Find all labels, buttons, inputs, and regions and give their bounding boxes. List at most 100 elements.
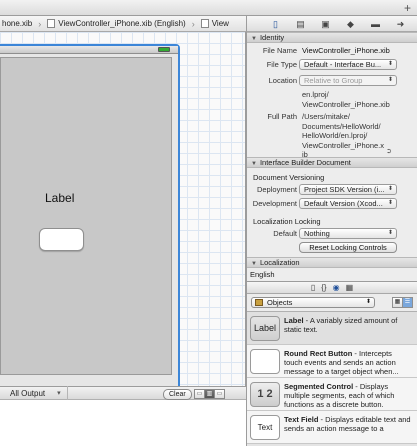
reset-locking-controls-button[interactable]: Reset Locking Controls [299, 242, 397, 253]
size-inspector-icon[interactable]: ▬ [369, 17, 383, 31]
popup-arrows-icon: ⬍ [387, 186, 393, 192]
file-type-popup[interactable]: Default - Interface Bu... ⬍ [299, 59, 397, 70]
library-item-name: Text Field [284, 415, 319, 424]
default-popup[interactable]: Nothing ⬍ [299, 228, 397, 239]
full-path-value: /Users/mitake/ Documents/HelloWorld/ Hel… [302, 112, 384, 160]
file-type-key: File Type [266, 60, 297, 69]
reveal-in-finder-icon[interactable]: ➲ [386, 147, 392, 155]
library-item-name: Round Rect Button [284, 349, 353, 358]
console-view-toggle: ▭ ▥ ▭ [194, 389, 225, 399]
label-element[interactable]: Label [45, 191, 74, 205]
code-snippets-icon[interactable]: {} [321, 283, 326, 292]
list-view-icon[interactable]: ☰ [402, 297, 413, 308]
chevron-right-icon: › [191, 18, 195, 29]
file-name-key: File Name [262, 46, 297, 55]
divider [66, 386, 68, 400]
development-value: Default Version (Xcod... [304, 199, 383, 208]
segmented-control-thumbnail: 1 2 [250, 382, 280, 407]
window-top-bar: + [0, 0, 417, 16]
disclosure-triangle-icon: ▼ [251, 36, 257, 42]
deployment-popup[interactable]: Project SDK Version (i... ⬍ [299, 184, 397, 195]
popup-arrows-icon: ⬍ [387, 61, 393, 67]
text-field-thumbnail: Text [250, 415, 280, 440]
round-rect-button-thumbnail [250, 349, 280, 374]
library-view-toggle: ▦ ☰ [392, 297, 413, 308]
jumpbar-crumb-project[interactable]: hone.xib [0, 19, 32, 28]
quick-help-icon[interactable]: ▤ [294, 17, 308, 31]
console-area[interactable] [0, 400, 246, 446]
localization-header-label: Localization [259, 258, 300, 267]
library-item-label[interactable]: Label Label - A variably sized amount of… [247, 312, 417, 345]
interface-builder-canvas[interactable]: Label [0, 32, 246, 386]
disclosure-triangle-icon: ▼ [251, 261, 257, 267]
popup-arrows-icon: ⬍ [387, 200, 393, 206]
object-library-icon[interactable]: ◉ [333, 283, 340, 292]
library-item-text-field[interactable]: Text Text Field - Displays editable text… [247, 411, 417, 444]
clear-button[interactable]: Clear [163, 389, 192, 400]
file-name-value: ViewController_iPhone.xib [302, 46, 390, 55]
library-filter-bar: Objects ⬍ ▦ ☰ [247, 294, 417, 312]
media-library-icon[interactable]: ▦ [346, 283, 354, 292]
full-path-line: ViewController_iPhone.x [302, 140, 384, 150]
object-library-pane: ▯ {} ◉ ▦ Objects ⬍ ▦ ☰ Label Label - A v… [246, 281, 417, 446]
location-key: Location [268, 76, 297, 85]
full-path-line: HelloWorld/en.lproj/ [302, 131, 368, 140]
library-item-segmented-control[interactable]: 1 2 Segmented Control - Displays multipl… [247, 378, 417, 411]
localization-language[interactable]: English [250, 270, 275, 279]
jumpbar-crumb-view-label: View [211, 19, 229, 28]
folder-icon [255, 299, 263, 306]
library-item-round-rect-button[interactable]: Round Rect Button - Intercepts touch eve… [247, 345, 417, 378]
attributes-inspector-icon[interactable]: ◆ [344, 17, 358, 31]
location-path-line: ViewController_iPhone.xib [302, 99, 390, 109]
battery-icon [158, 47, 170, 52]
localization-section-header[interactable]: ▼ Localization [247, 257, 417, 268]
default-value: Nothing [304, 229, 330, 238]
identity-header-label: Identity [259, 33, 285, 42]
document-versioning-title: Document Versioning [253, 173, 325, 182]
file-inspector-pane: ▼ Identity File Name ViewController_iPhon… [246, 32, 417, 281]
library-item-name: Label [284, 316, 304, 325]
main-view[interactable]: Label [0, 57, 172, 375]
add-icon[interactable]: + [404, 0, 411, 16]
identity-inspector-icon[interactable]: ▣ [319, 17, 333, 31]
jump-bar: hone.xib › ViewController_iPhone.xib (En… [0, 16, 246, 32]
popup-arrows-icon: ⬍ [387, 77, 393, 83]
objects-popup[interactable]: Objects ⬍ [251, 297, 375, 308]
popup-arrows-icon: ⬍ [387, 230, 393, 236]
location-path-line: en.lproj/ [302, 90, 329, 99]
ib-document-header-label: Interface Builder Document [259, 158, 351, 167]
development-popup[interactable]: Default Version (Xcod... ⬍ [299, 198, 397, 209]
location-value: Relative to Group [304, 76, 363, 85]
chevron-right-icon: › [38, 18, 42, 29]
deployment-value: Project SDK Version (i... [304, 185, 385, 194]
disclosure-triangle-icon: ▼ [251, 161, 257, 167]
simulated-status-bar [0, 46, 178, 54]
location-path: en.lproj/ ViewController_iPhone.xib [302, 90, 390, 109]
default-key: Default [273, 229, 297, 238]
objects-popup-label: Objects [267, 298, 293, 307]
chevron-down-icon: ▾ [57, 390, 61, 397]
jumpbar-crumb-file-label: ViewController_iPhone.xib (English) [58, 19, 186, 28]
iphone-view-frame[interactable]: Label [0, 44, 180, 386]
file-inspector-icon[interactable]: ▯ [269, 17, 283, 31]
full-path-line: /Users/mitake/ [302, 112, 350, 121]
development-key: Development [252, 199, 297, 208]
library-tabs: ▯ {} ◉ ▦ [247, 281, 417, 294]
identity-section-header[interactable]: ▼ Identity [247, 32, 417, 43]
view-icon [200, 19, 209, 28]
ib-document-section-header[interactable]: ▼ Interface Builder Document [247, 157, 417, 168]
file-templates-icon[interactable]: ▯ [311, 283, 315, 292]
console-view-icon[interactable]: ▭ [214, 389, 225, 399]
location-popup[interactable]: Relative to Group ⬍ [299, 75, 397, 86]
debug-output-bar: All Output ▾ Clear ▭ ▥ ▭ [0, 386, 246, 400]
output-selector[interactable]: All Output [10, 389, 45, 398]
jumpbar-crumb-file[interactable]: ViewController_iPhone.xib (English) [45, 19, 186, 28]
deployment-key: Deployment [256, 185, 297, 194]
jumpbar-crumb-view[interactable]: View [199, 19, 229, 28]
full-path-line: Documents/HelloWorld/ [302, 121, 381, 131]
round-rect-button[interactable] [39, 228, 84, 251]
label-thumbnail: Label [250, 316, 280, 341]
connections-inspector-icon[interactable]: ➜ [394, 17, 408, 31]
library-item-name: Segmented Control [284, 382, 354, 391]
localization-locking-title: Localization Locking [253, 217, 321, 226]
